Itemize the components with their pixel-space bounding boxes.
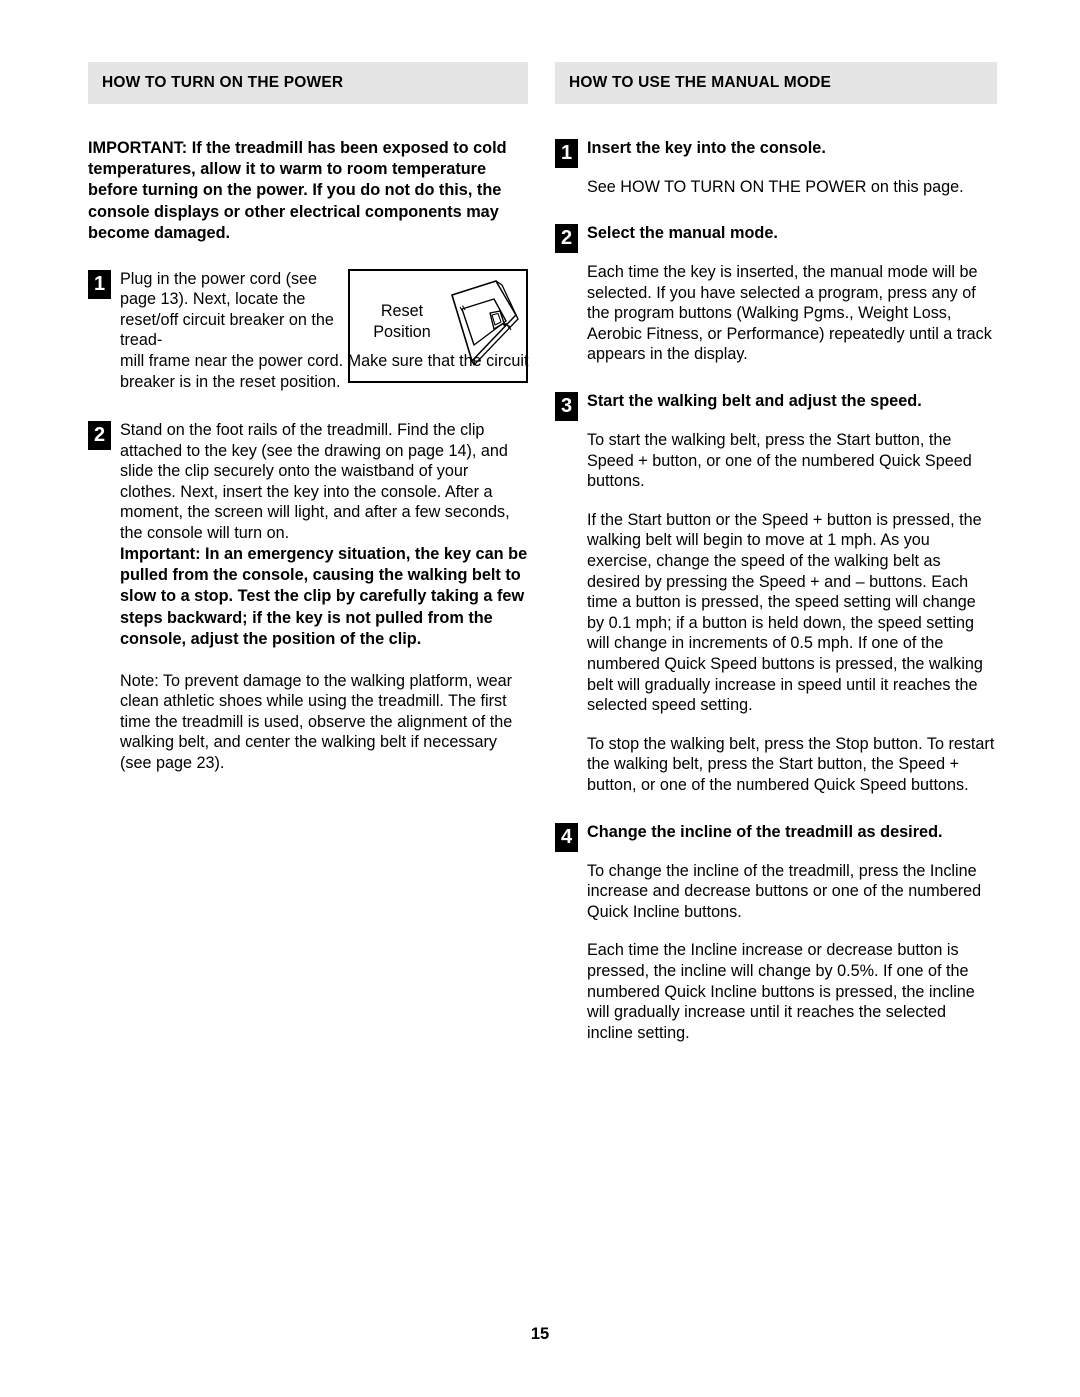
- step-1-badge: 1: [88, 269, 111, 299]
- step-1: 1 Plug in the power cord (see page 13). …: [88, 269, 528, 393]
- manual-step-1-title: Insert the key into the console.: [587, 138, 826, 157]
- section-header-power: HOW TO TURN ON THE POWER: [88, 62, 528, 104]
- manual-step-2: 2 Select the manual mode. Each time the …: [555, 223, 995, 365]
- manual-step-2-badge: 2: [555, 224, 578, 254]
- step-1-text-full: mill frame near the power cord. Make sur…: [120, 351, 529, 391]
- manual-step-3-badge: 3: [555, 392, 578, 422]
- manual-step-4-badge: 4: [555, 822, 578, 852]
- manual-step-1: 1 Insert the key into the console. See H…: [555, 138, 995, 198]
- manual-step-3-paragraph-1: To start the walking belt, press the Sta…: [587, 431, 972, 491]
- manual-page: HOW TO TURN ON THE POWER IMPORTANT: If t…: [0, 0, 1080, 1397]
- manual-step-3-paragraph-2: If the Start button or the Speed + butto…: [587, 510, 983, 715]
- manual-step-1-paragraph-1: See HOW TO TURN ON THE POWER on this pag…: [587, 177, 964, 196]
- step-2: 2 Stand on the foot rails of the treadmi…: [88, 420, 528, 774]
- manual-step-4-title: Change the incline of the treadmill as d…: [587, 822, 943, 841]
- left-column: HOW TO TURN ON THE POWER IMPORTANT: If t…: [88, 62, 528, 795]
- step-1-text-narrow: Plug in the power cord (see page 13). Ne…: [120, 269, 334, 350]
- step-1-block: Reset Position 1 Plug in the power cord …: [88, 268, 528, 393]
- manual-step-2-paragraph-1: Each time the key is inserted, the manua…: [587, 263, 992, 364]
- step-2-important-text: Important: In an emergency situation, th…: [120, 544, 528, 649]
- manual-step-4-paragraph-2: Each time the Incline increase or decrea…: [587, 941, 975, 1042]
- manual-step-1-badge: 1: [555, 138, 578, 168]
- important-notice-paragraph: IMPORTANT: If the treadmill has been exp…: [88, 138, 507, 243]
- manual-step-3: 3 Start the walking belt and adjust the …: [555, 391, 995, 796]
- step-2-text: Stand on the foot rails of the treadmill…: [120, 421, 510, 543]
- right-column: HOW TO USE THE MANUAL MODE 1 Insert the …: [555, 62, 997, 1044]
- manual-step-3-paragraph-3: To stop the walking belt, press the Stop…: [587, 734, 995, 794]
- manual-step-4: 4 Change the incline of the treadmill as…: [555, 822, 995, 1044]
- step-2-note-text: Note: To prevent damage to the walking p…: [120, 671, 513, 773]
- section-header-manual-mode: HOW TO USE THE MANUAL MODE: [555, 62, 997, 104]
- step-2-badge: 2: [88, 421, 111, 451]
- two-column-layout: HOW TO TURN ON THE POWER IMPORTANT: If t…: [88, 62, 997, 1043]
- manual-step-2-title: Select the manual mode.: [587, 224, 778, 243]
- manual-step-4-paragraph-1: To change the incline of the treadmill, …: [587, 861, 982, 921]
- manual-step-3-title: Start the walking belt and adjust the sp…: [587, 392, 922, 411]
- page-number: 15: [530, 1325, 550, 1343]
